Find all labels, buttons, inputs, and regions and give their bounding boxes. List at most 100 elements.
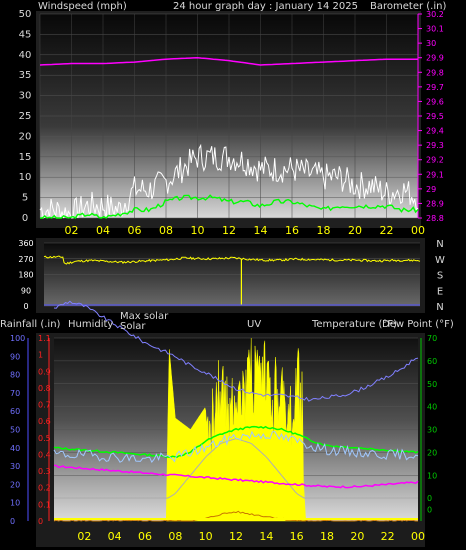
p1-x-tick-label: 12 [222, 224, 236, 237]
p3-series-header: Humidity [68, 319, 113, 330]
p1-x-tick-label: 22 [380, 224, 394, 237]
p3-temp-tick-label: 10 [427, 471, 437, 480]
p3-x-tick-label: 20 [350, 530, 364, 543]
p3-temp-tick-label: 0 [427, 494, 432, 503]
p3-rain-tick-label: 0.1 [38, 500, 51, 509]
p3-x-tick-label: 02 [77, 530, 91, 543]
p3-humidity-tick-label: 60 [10, 407, 20, 416]
p1-left-tick-label: 30 [19, 91, 32, 102]
p3-humidity-tick-label: 100 [10, 334, 25, 343]
p3-x-tick-label: 06 [138, 530, 152, 543]
p3-rain-tick-label: 0 [38, 517, 43, 526]
p1-left-tick-label: 50 [19, 9, 32, 20]
p2-left-tick-label: 0 [23, 302, 28, 311]
p3-x-tick-label: 22 [381, 530, 395, 543]
p1-x-tick-label: 02 [65, 224, 79, 237]
p3-series-header: UV [247, 319, 261, 330]
p3-humidity-tick-label: 10 [10, 499, 20, 508]
p3-rain-tick-label: 0.9 [38, 367, 51, 376]
p1-right-tick-label: 29.2 [426, 156, 444, 165]
p1-right-tick-label: 29.6 [426, 97, 444, 106]
p3-temp-tick-label: 70 [427, 334, 437, 343]
p1-right-tick-label: 30.1 [426, 25, 444, 34]
p1-x-tick-label: 18 [317, 224, 331, 237]
p1-right-tick-label: 29.1 [426, 170, 444, 179]
p1-left-tick-label: 5 [22, 193, 28, 204]
p2-left-tick-label: 180 [18, 271, 33, 280]
p1-right-axis-title: Barometer (.in) [370, 1, 446, 12]
p3-humidity-tick-label: 0 [10, 517, 15, 526]
p3-humidity-tick-label: 80 [10, 371, 20, 380]
p2-compass-label: N [436, 302, 443, 313]
p3-temp-tick-label: 30 [427, 426, 437, 435]
p3-x-tick-label: 16 [290, 530, 304, 543]
p3-rain-tick-label: 0.3 [38, 467, 51, 476]
p3-series-header: Dew Point (°F) [382, 319, 454, 330]
p1-x-tick-label: 06 [128, 224, 142, 237]
p1-right-tick-label: 30 [426, 39, 436, 48]
p3-temp-tick-label: 20 [427, 448, 437, 457]
p1-x-tick-label: 08 [159, 224, 173, 237]
p3-x-tick-label: 08 [168, 530, 182, 543]
p1-left-tick-label: 0 [22, 213, 28, 224]
p1-right-tick-label: 29.9 [426, 54, 444, 63]
p1-x-tick-label: 20 [348, 224, 362, 237]
p1-left-tick-label: 15 [19, 152, 32, 163]
p1-x-tick-label: 10 [191, 224, 205, 237]
p3-humidity-tick-label: 50 [10, 426, 20, 435]
p1-right-tick-label: 29.4 [426, 127, 444, 136]
p1-left-tick-label: 40 [19, 50, 32, 61]
p1-right-tick-label: 29.8 [426, 68, 444, 77]
weather-chart-svg: 0510152025303540455028.828.92929.129.229… [0, 1, 454, 547]
p1-x-tick-label: 04 [96, 224, 110, 237]
p3-series-header: Solar [120, 321, 146, 332]
p3-rain-tick-label: 0.7 [38, 401, 51, 410]
p3-temp-tick-label: 50 [427, 380, 437, 389]
p2-compass-label: W [435, 255, 445, 266]
p3-rain-tick-label: 0.2 [38, 484, 51, 493]
p1-left-tick-label: 45 [19, 29, 32, 40]
p3-x-tick-label: 10 [199, 530, 213, 543]
p3-temp-tick-label: 60 [427, 357, 437, 366]
p2-left-tick-label: 360 [18, 239, 33, 248]
p1-left-tick-label: 25 [19, 111, 32, 122]
p1-right-tick-label: 29 [426, 185, 436, 194]
p2-compass-label: E [437, 286, 443, 297]
p2-left-tick-label: 270 [18, 255, 33, 264]
p2-left-tick-label: 90 [21, 286, 31, 295]
p1-right-tick-label: 29.7 [426, 83, 444, 92]
p3-x-tick-label: 00 [411, 530, 425, 543]
p1-left-axis-title: Windspeed (mph) [38, 1, 127, 12]
p1-x-tick-label: 14 [254, 224, 268, 237]
p3-rain-tick-label: 0.6 [38, 417, 51, 426]
p3-x-tick-label: 12 [229, 530, 243, 543]
p2-compass-label: S [437, 271, 443, 282]
p1-right-tick-label: 29.3 [426, 141, 444, 150]
p1-x-tick-label: 16 [285, 224, 299, 237]
p3-series-header: Rainfall (.in) [0, 319, 61, 330]
p1-chart-title: 24 hour graph day : January 14 2025 [173, 1, 358, 12]
p1-right-tick-label: 29.5 [426, 112, 444, 121]
p3-humidity-tick-label: 70 [10, 389, 20, 398]
p3-humidity-tick-label: 30 [10, 462, 20, 471]
p3-x-tick-label: 18 [320, 530, 334, 543]
p1-left-tick-label: 35 [19, 70, 32, 81]
p2-compass-label: N [436, 239, 443, 250]
p3-humidity-tick-label: 20 [10, 480, 20, 489]
p1-right-tick-label: 28.9 [426, 199, 444, 208]
p3-rain-tick-label: 0.4 [38, 450, 51, 459]
p3-rain-tick-label: 1 [38, 351, 43, 360]
p3-humidity-tick-label: 40 [10, 444, 20, 453]
p1-right-tick-label: 28.8 [426, 214, 444, 223]
p1-left-tick-label: 20 [19, 131, 32, 142]
weather-graph: 0 5 10 15 20 25 30 35 40 45 50 28.8 28.9 29 29.1 29.2 29… [0, 0, 466, 550]
p3-x-tick-label: 14 [259, 530, 273, 543]
p3-rain-tick-label: 1.1 [38, 334, 51, 343]
p1-left-tick-label: 10 [19, 172, 32, 183]
p1-x-tick-label: 00 [411, 224, 425, 237]
p3-humidity-tick-label: 90 [10, 352, 20, 361]
p3-temp-tick-label: 0 [427, 506, 432, 515]
p3-rain-tick-label: 0.5 [38, 434, 51, 443]
p3-x-tick-label: 04 [108, 530, 122, 543]
p3-temp-tick-label: 40 [427, 403, 437, 412]
